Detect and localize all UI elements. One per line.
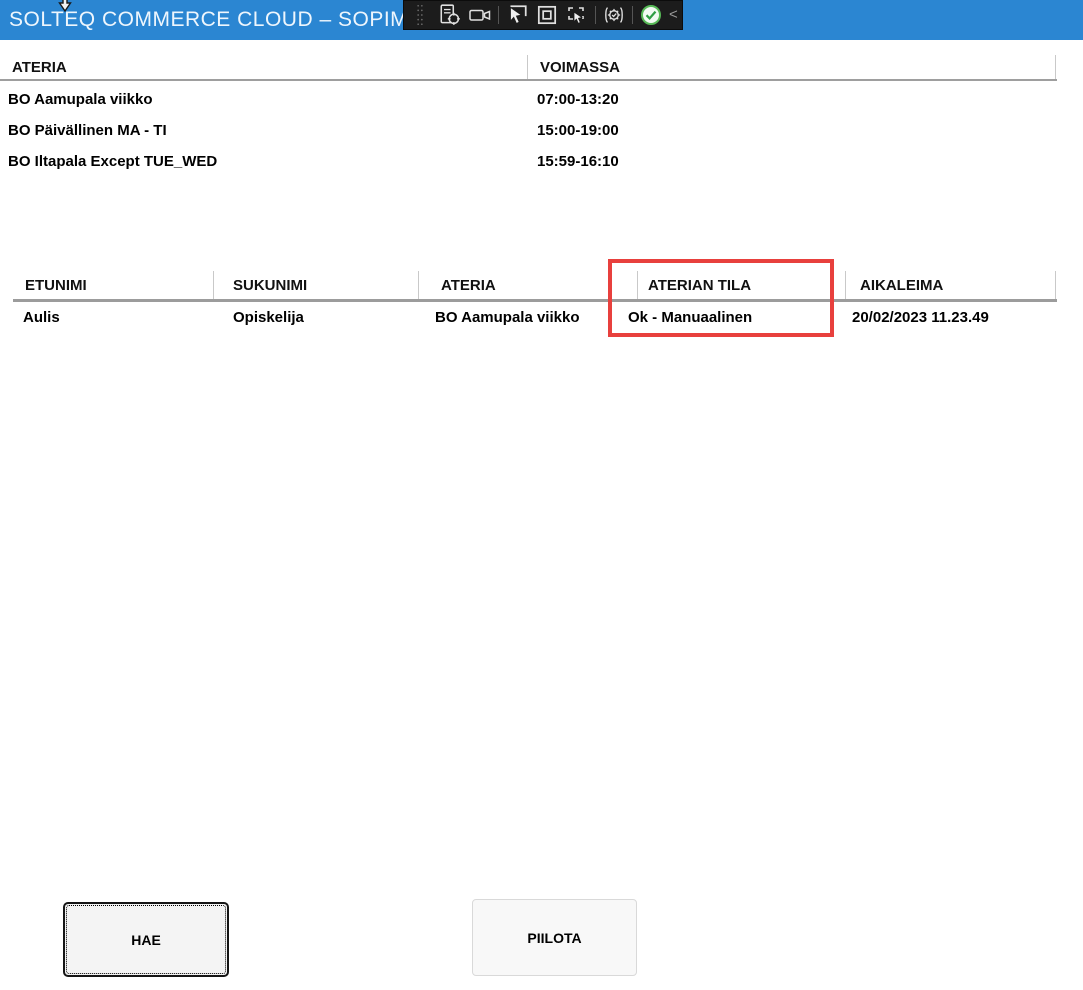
results-col-header-etunimi[interactable]: ETUNIMI	[25, 277, 87, 294]
toolbar-divider	[632, 6, 633, 24]
meal-hours: 15:59-16:10	[537, 153, 619, 170]
capture-toolbar: <	[403, 0, 683, 30]
meal-hours: 07:00-13:20	[537, 91, 619, 108]
select-element-icon[interactable]	[565, 3, 589, 27]
collapse-chevron-icon[interactable]: <	[669, 3, 678, 27]
results-col-header-sukunimi[interactable]: SUKUNIMI	[233, 277, 307, 294]
piilota-button[interactable]: PIILOTA	[472, 899, 637, 976]
cell-ateria: BO Aamupala viikko	[435, 309, 580, 326]
column-separator	[1055, 271, 1056, 300]
app-window: SOLTEQ COMMERCE CLOUD – SOPIMUSATERI...	[0, 0, 1083, 990]
column-separator	[845, 271, 846, 300]
video-camera-icon[interactable]	[468, 3, 492, 27]
cell-sukunimi: Opiskelija	[233, 309, 304, 326]
cursor-icon[interactable]	[505, 3, 529, 27]
confirm-check-icon[interactable]	[639, 3, 663, 27]
meals-col-header-voimassa[interactable]: VOIMASSA	[540, 59, 620, 76]
column-separator	[418, 271, 419, 300]
region-capture-icon[interactable]	[535, 3, 559, 27]
hae-button[interactable]: HAE	[63, 902, 229, 977]
toolbar-divider	[595, 6, 596, 24]
meal-name: BO Iltapala Except TUE_WED	[8, 153, 217, 170]
highlight-rectangle	[608, 259, 834, 337]
mouse-cursor-icon	[57, 0, 73, 12]
column-separator	[1055, 55, 1056, 79]
cell-etunimi: Aulis	[23, 309, 60, 326]
header-underline	[0, 79, 1057, 81]
results-col-header-aikaleima[interactable]: AIKALEIMA	[860, 277, 943, 294]
gear-braces-icon[interactable]	[602, 3, 626, 27]
toolbar-divider	[498, 6, 499, 24]
meal-name: BO Aamupala viikko	[8, 91, 153, 108]
column-separator	[527, 55, 528, 79]
header-underline	[13, 299, 1057, 302]
meals-col-header-ateria[interactable]: ATERIA	[12, 59, 67, 76]
script-target-icon[interactable]	[438, 3, 462, 27]
results-col-header-ateria[interactable]: ATERIA	[441, 277, 496, 294]
drag-handle-icon[interactable]	[408, 3, 432, 27]
column-separator	[213, 271, 214, 300]
cell-aikaleima: 20/02/2023 11.23.49	[852, 309, 989, 326]
meal-name: BO Päivällinen MA - TI	[8, 122, 167, 139]
meal-hours: 15:00-19:00	[537, 122, 619, 139]
